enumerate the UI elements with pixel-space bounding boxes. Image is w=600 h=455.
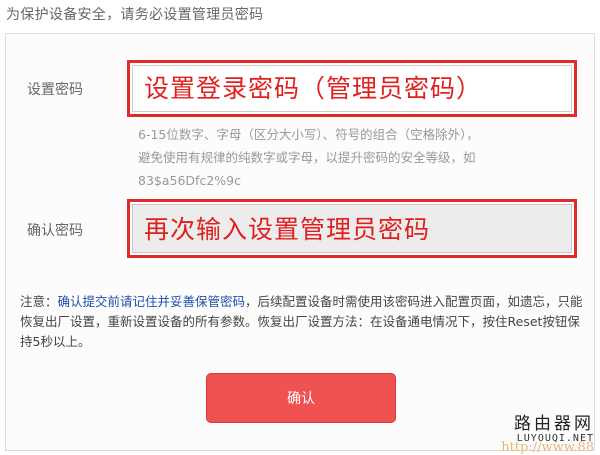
watermark-cn: 路由器网 — [514, 414, 594, 434]
notice-link[interactable]: 确认提交前请记住并妥善保管密码 — [58, 294, 246, 309]
password-label: 设置密码 — [27, 82, 83, 98]
notice-text: 注意：确认提交前请记住并妥善保管密码，后续配置设备时需使用该密码进入配置页面，如… — [20, 292, 585, 352]
hint-line: 避免使用有规律的纯数字或字母，以提升密码的安全等级，如 — [138, 150, 476, 165]
watermark-url: http://www.88 — [501, 440, 594, 455]
password-hint: 6-15位数字、字母（区分大小写）、符号的组合（空格除外）， 避免使用有规律的纯… — [138, 123, 578, 192]
notice-prefix: 注意： — [20, 294, 58, 309]
confirm-button[interactable]: 确认 — [206, 373, 396, 423]
password-annotation: 设置登录密码（管理员密码） — [144, 74, 483, 103]
confirm-password-annotation: 再次输入设置管理员密码 — [144, 215, 431, 244]
confirm-password-label: 确认密码 — [27, 223, 83, 239]
confirm-password-input[interactable]: 再次输入设置管理员密码 — [127, 199, 577, 258]
hint-line: 83$a56Dfc2%9c — [138, 173, 241, 188]
hint-line: 6-15位数字、字母（区分大小写）、符号的组合（空格除外）， — [138, 127, 479, 142]
page-title: 为保护设备安全，请务必设置管理员密码 — [6, 7, 264, 23]
password-input[interactable]: 设置登录密码（管理员密码） — [127, 60, 577, 117]
